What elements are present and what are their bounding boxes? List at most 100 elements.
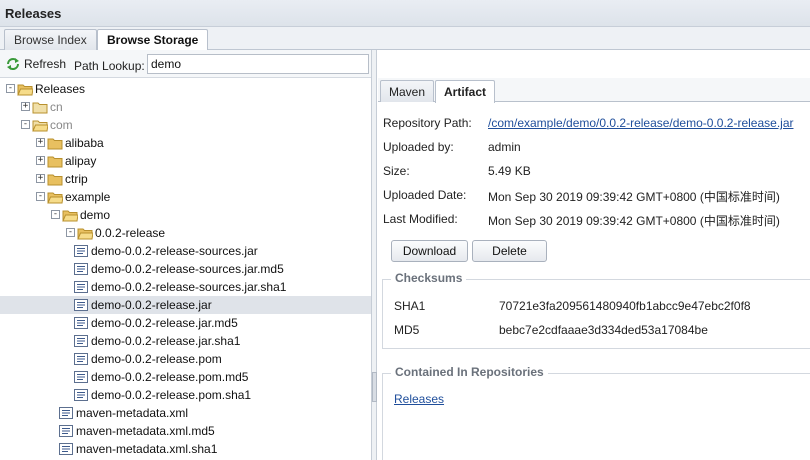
tree-folder-row[interactable]: - Releases	[0, 80, 371, 98]
tree-file-row[interactable]: demo-0.0.2-release.jar.sha1	[0, 332, 371, 350]
last-modified-label: Last Modified:	[383, 212, 458, 226]
window-title: Releases	[0, 0, 810, 27]
refresh-label: Refresh	[24, 57, 67, 71]
tree-folder-row[interactable]: - 0.0.2-release	[0, 224, 371, 242]
refresh-button[interactable]: Refresh	[5, 57, 66, 71]
tab-browse-index[interactable]: Browse Index	[4, 29, 97, 50]
folder-icon	[32, 102, 48, 114]
contained-in-repositories-section: Contained In Repositories Releases	[382, 365, 810, 460]
repository-path-label: Repository Path:	[383, 116, 472, 130]
tree-node-label[interactable]: demo-0.0.2-release.jar.sha1	[91, 334, 240, 348]
uploaded-by-label: Uploaded by:	[383, 140, 454, 154]
tree-node-label[interactable]: alibaba	[65, 136, 104, 150]
tree-file-row[interactable]: demo-0.0.2-release.pom.sha1	[0, 386, 371, 404]
tree-node-label[interactable]: demo	[80, 208, 110, 222]
file-icon	[59, 443, 73, 455]
folder-open-icon	[62, 210, 78, 222]
file-icon	[59, 425, 73, 437]
collapse-toggle-icon[interactable]: -	[36, 192, 45, 201]
file-icon	[74, 389, 88, 401]
tree-node-label[interactable]: demo-0.0.2-release.jar.md5	[91, 316, 238, 330]
collapse-toggle-icon[interactable]: -	[51, 210, 60, 219]
expand-toggle-icon[interactable]: +	[36, 138, 45, 147]
tree-file-row[interactable]: demo-0.0.2-release-sources.jar	[0, 242, 371, 260]
tab-artifact[interactable]: Artifact	[435, 80, 496, 103]
tree-folder-row[interactable]: + ctrip	[0, 170, 371, 188]
tree-folder-row[interactable]: - demo	[0, 206, 371, 224]
tree-folder-row[interactable]: - example	[0, 188, 371, 206]
tree-node-label[interactable]: maven-metadata.xml.md5	[76, 424, 215, 438]
tree-node-label[interactable]: example	[65, 190, 110, 204]
delete-button[interactable]: Delete	[472, 240, 547, 262]
tree-folder-row[interactable]: - com	[0, 116, 371, 134]
folder-icon	[47, 156, 63, 168]
tree-file-row[interactable]: demo-0.0.2-release.pom.md5	[0, 368, 371, 386]
tree-file-row[interactable]: maven-metadata.xml.sha1	[0, 440, 371, 458]
collapse-toggle-icon[interactable]: -	[21, 120, 30, 129]
tree-node-label[interactable]: demo-0.0.2-release.pom	[91, 352, 222, 366]
tree-node-label[interactable]: maven-metadata.xml.sha1	[76, 442, 217, 456]
tree-node-label[interactable]: demo-0.0.2-release-sources.jar.sha1	[91, 280, 286, 294]
checksums-section: Checksums SHA1 70721e3fa209561480940fb1a…	[382, 271, 810, 349]
tree-node-label[interactable]: demo-0.0.2-release-sources.jar.md5	[91, 262, 284, 276]
tree-node-label[interactable]: demo-0.0.2-release.jar	[91, 298, 212, 312]
tree-file-row[interactable]: demo-0.0.2-release.pom	[0, 350, 371, 368]
path-lookup-input[interactable]	[147, 54, 369, 74]
refresh-icon	[7, 58, 19, 70]
splitter-handle[interactable]	[372, 372, 377, 402]
expand-toggle-icon[interactable]: +	[36, 174, 45, 183]
tree-node-label[interactable]: ctrip	[65, 172, 88, 186]
tree-node-label[interactable]: demo-0.0.2-release-sources.jar	[91, 244, 258, 258]
tree-folder-row[interactable]: + alibaba	[0, 134, 371, 152]
tree-node-label[interactable]: Releases	[35, 82, 85, 96]
tab-browse-storage[interactable]: Browse Storage	[97, 29, 209, 51]
tree-node-label[interactable]: maven-metadata.xml	[76, 406, 188, 420]
folder-open-icon	[32, 120, 48, 132]
collapse-toggle-icon[interactable]: -	[6, 84, 15, 93]
tree-file-row[interactable]: demo-0.0.2-release-sources.jar.sha1	[0, 278, 371, 296]
tree-toolbar: Refresh Path Lookup:	[0, 50, 371, 78]
uploaded-date-label: Uploaded Date:	[383, 188, 467, 202]
file-icon	[59, 407, 73, 419]
checksums-title: Checksums	[391, 271, 467, 285]
repository-path-link[interactable]: /com/example/demo/0.0.2-release/demo-0.0…	[488, 116, 793, 130]
size-value: 5.49 KB	[488, 164, 531, 178]
folder-open-icon	[17, 84, 33, 96]
folder-icon	[47, 174, 63, 186]
download-button[interactable]: Download	[391, 240, 468, 262]
file-icon	[74, 317, 88, 329]
tree-file-row[interactable]: maven-metadata.xml.md5	[0, 422, 371, 440]
contained-title: Contained In Repositories	[391, 365, 548, 379]
detail-tab-bar: Maven Artifact	[378, 78, 810, 103]
file-icon	[74, 353, 88, 365]
tree-file-row[interactable]: demo-0.0.2-release.jar.md5	[0, 314, 371, 332]
tree-node-label[interactable]: com	[50, 118, 73, 132]
tree-folder-row[interactable]: + cn	[0, 98, 371, 116]
expand-toggle-icon[interactable]: +	[21, 102, 30, 111]
tab-maven[interactable]: Maven	[380, 80, 435, 102]
tree-file-row[interactable]: demo-0.0.2-release.jar	[0, 296, 371, 314]
storage-tree-panel: Refresh Path Lookup: - Releases + cn - com + al…	[0, 50, 372, 460]
panel-splitter[interactable]	[372, 50, 377, 460]
tree-node-label[interactable]: alipay	[65, 154, 96, 168]
tree-folder-row[interactable]: + alipay	[0, 152, 371, 170]
tree-node-label[interactable]: cn	[50, 100, 63, 114]
tree-file-row[interactable]: maven-metadata.xml	[0, 404, 371, 422]
expand-toggle-icon[interactable]: +	[36, 156, 45, 165]
path-lookup-label: Path Lookup:	[74, 59, 145, 73]
md5-label: MD5	[394, 323, 420, 337]
file-icon	[74, 371, 88, 383]
tree-node-label[interactable]: demo-0.0.2-release.pom.sha1	[91, 388, 251, 402]
uploaded-date-value: Mon Sep 30 2019 09:39:42 GMT+0800 (中国标准时…	[488, 190, 780, 204]
tree-node-label[interactable]: 0.0.2-release	[95, 226, 165, 240]
artifact-panel: Maven Artifact Repository Path: /com/exa…	[378, 50, 810, 460]
folder-open-icon	[47, 192, 63, 204]
repository-link-releases[interactable]: Releases	[394, 392, 444, 406]
file-icon	[74, 281, 88, 293]
main-tab-bar: Browse Index Browse Storage	[0, 27, 810, 51]
file-icon	[74, 245, 88, 257]
tree-node-label[interactable]: demo-0.0.2-release.pom.md5	[91, 370, 248, 384]
folder-icon	[47, 138, 63, 150]
tree-file-row[interactable]: demo-0.0.2-release-sources.jar.md5	[0, 260, 371, 278]
collapse-toggle-icon[interactable]: -	[66, 228, 75, 237]
